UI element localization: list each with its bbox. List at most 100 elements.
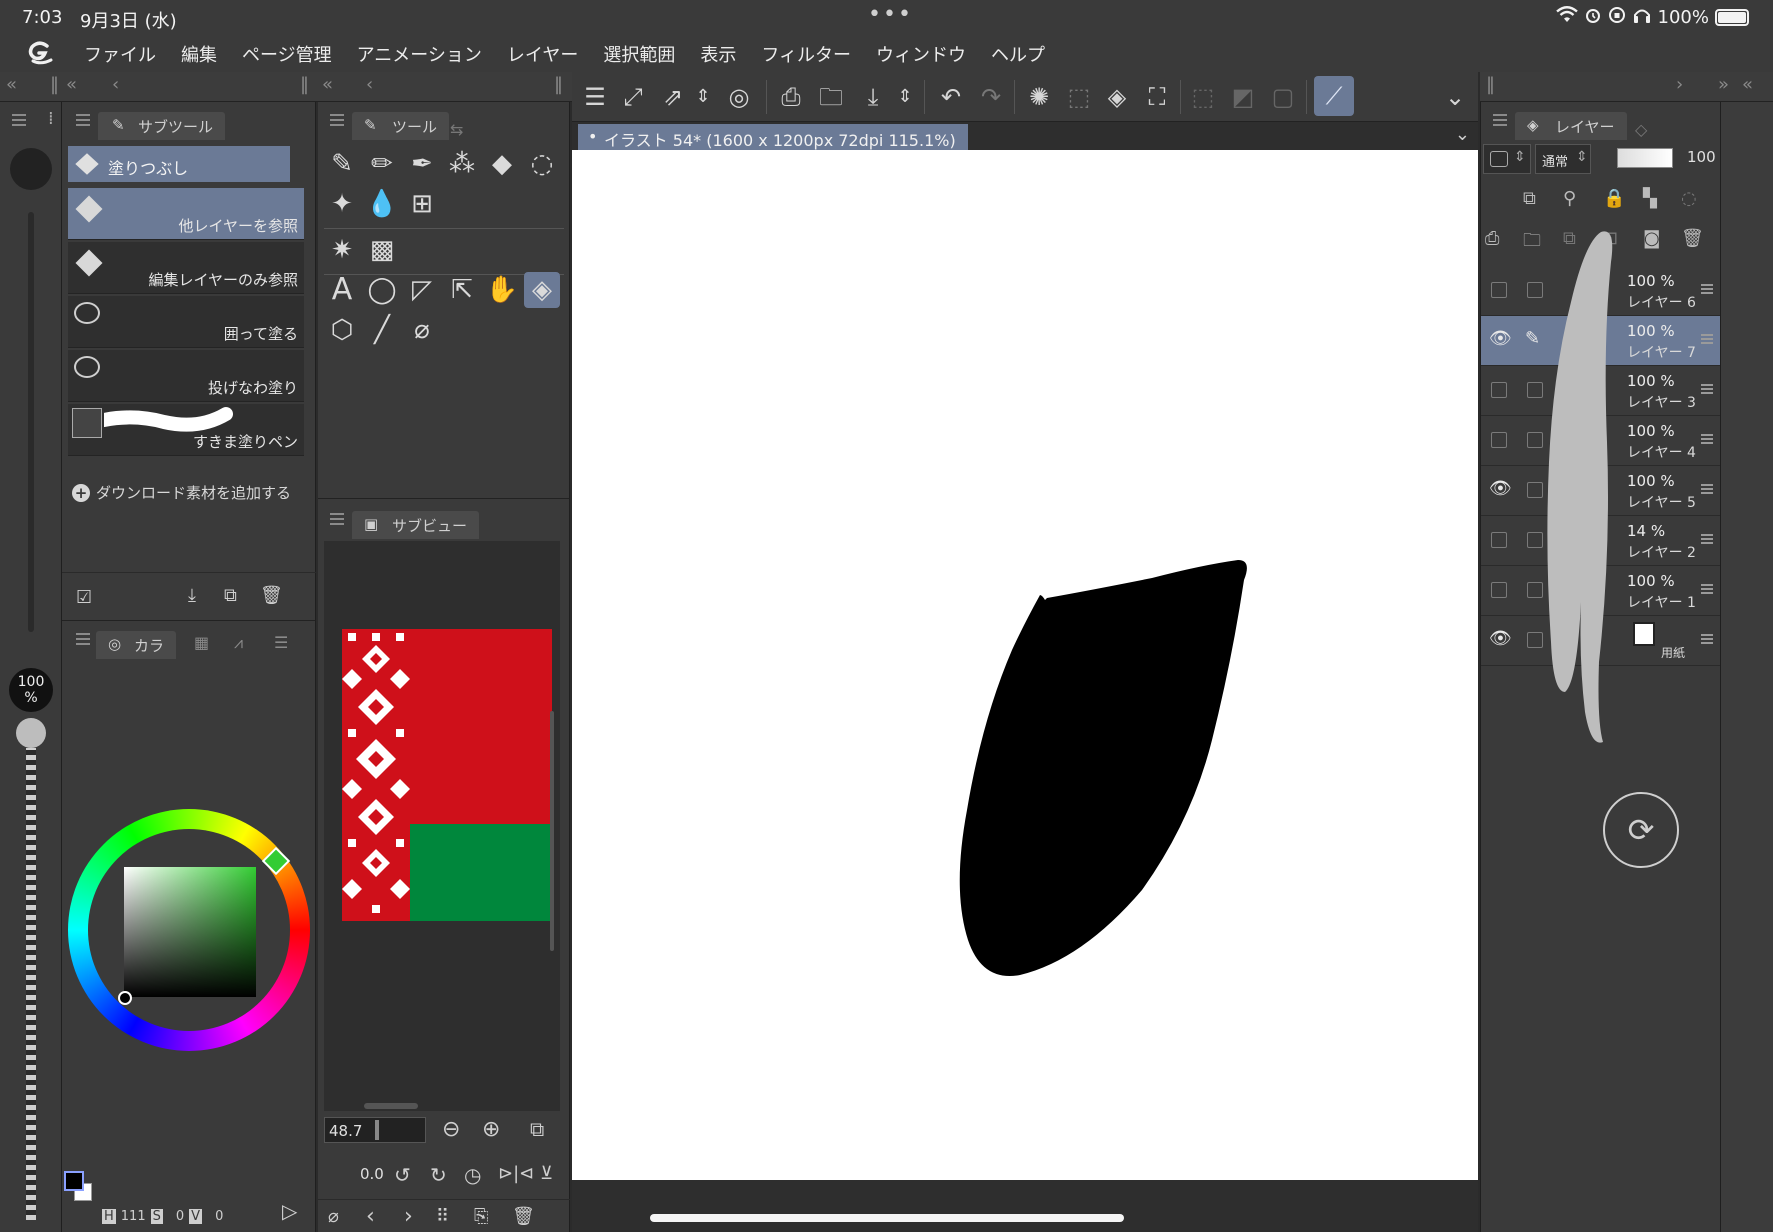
dock-grip-icon[interactable]: ‖ <box>50 74 59 95</box>
line-icon[interactable]: ╱ <box>364 312 400 348</box>
previous-image-icon[interactable]: ‹ <box>366 1204 375 1229</box>
layer-menu-icon[interactable] <box>1701 334 1713 344</box>
expand-right-icon[interactable]: » <box>1718 74 1729 95</box>
selection-border-icon[interactable]: ▢ <box>1268 82 1298 112</box>
tool-tab-icon-2[interactable]: ⇆ <box>450 120 463 139</box>
invert-selection-icon[interactable]: ◩ <box>1228 82 1258 112</box>
zoom-field[interactable]: 48.7 <box>324 1117 426 1143</box>
opacity-slider-track[interactable] <box>26 748 36 1220</box>
fit-canvas-icon[interactable]: ⤢ <box>618 82 648 112</box>
flip-vertical-icon[interactable]: ⊻ <box>540 1163 553 1184</box>
panel-menu-icon[interactable] <box>76 633 90 645</box>
saturation-value-square[interactable] <box>124 867 256 997</box>
layer-opacity-slider[interactable] <box>1617 148 1673 168</box>
menu-page-management[interactable]: ページ管理 <box>242 41 332 67</box>
color-history-tab-icon[interactable]: ☰ <box>274 633 288 652</box>
sync-floating-icon[interactable]: ⟳ <box>1603 792 1679 868</box>
canvas-tab[interactable]: • イラスト 54* (1600 x 1200px 72dpi 115.1%) <box>578 124 968 150</box>
new-file-icon[interactable]: ⎙ <box>776 82 806 112</box>
subtool-item-refer-other-layers[interactable]: 他レイヤーを参照 <box>68 188 304 240</box>
eyedropper-icon[interactable]: ⌀ <box>328 1206 339 1227</box>
layer-mask-toggle-icon[interactable]: ◌ <box>1681 188 1697 209</box>
clip-to-layer-below-icon[interactable]: ⧉ <box>1523 188 1536 209</box>
brush-size-track[interactable] <box>28 212 34 632</box>
crop-icon[interactable]: ⛶ <box>1142 82 1172 112</box>
sparkle-icon[interactable]: ✷ <box>324 232 360 268</box>
transform-icon[interactable]: ⇗ <box>658 82 688 112</box>
menu-file[interactable]: ファイル <box>84 41 156 67</box>
chevron-left-icon[interactable]: ‹ <box>112 74 119 95</box>
color-slider-tab-icon[interactable]: ▦ <box>194 633 209 652</box>
eyedropper-icon[interactable]: ⌀ <box>404 312 440 348</box>
collapse-subtool-icon[interactable]: « <box>66 74 77 95</box>
pencil-icon[interactable]: ✎ <box>1525 328 1540 349</box>
visibility-toggle[interactable] <box>1491 282 1507 298</box>
zoom-slider-knob[interactable] <box>375 1120 379 1140</box>
save-icon[interactable]: ⤓ <box>858 82 888 112</box>
trash-icon[interactable]: 🗑 <box>1681 228 1704 249</box>
collapse-left-icon[interactable]: « <box>6 74 17 95</box>
eye-icon[interactable]: 👁 <box>1489 328 1512 350</box>
trash-icon[interactable]: 🗑 <box>260 585 283 606</box>
layer-tab[interactable]: ◈ レイヤー <box>1515 112 1627 140</box>
fill-command-icon[interactable]: ◈ <box>1102 82 1132 112</box>
next-image-icon[interactable]: › <box>404 1204 413 1229</box>
multitask-dots-icon[interactable]: ••• <box>868 2 913 27</box>
import-subtool-icon[interactable]: ⤓ <box>188 585 196 606</box>
collapse-right-icon[interactable]: « <box>1742 74 1753 95</box>
subtool-group-header[interactable]: 塗りつぶし <box>68 146 290 182</box>
menu-edit[interactable]: 編集 <box>181 41 217 67</box>
clip-studio-logo-icon[interactable] <box>24 40 60 68</box>
subview-tab[interactable]: ▣ サブビュー <box>352 511 480 539</box>
visibility-toggle[interactable] <box>1491 382 1507 398</box>
text-icon[interactable]: A <box>324 272 360 308</box>
layer-property-tab-icon[interactable]: ◇ <box>1635 120 1647 139</box>
layer-menu-icon[interactable] <box>1701 584 1713 594</box>
layer-menu-icon[interactable] <box>1701 434 1713 444</box>
layer-menu-icon[interactable] <box>1701 534 1713 544</box>
eye-icon[interactable]: 👁 <box>1489 478 1512 500</box>
clear-selection-icon[interactable]: ⬚ <box>1188 82 1218 112</box>
duplicate-subtool-icon[interactable]: ⧉ <box>224 585 237 606</box>
balloon-icon[interactable]: ◯ <box>364 272 400 308</box>
color-play-icon[interactable]: ▷ <box>282 1199 297 1223</box>
subtool-item-refer-editing-layer[interactable]: 編集レイヤーのみ参照 <box>68 242 304 294</box>
canvas-paper[interactable] <box>572 150 1478 1180</box>
create-mask-icon[interactable]: ◙ <box>1643 228 1660 249</box>
menu-help[interactable]: ヘルプ <box>991 41 1045 67</box>
dock-grip-icon[interactable]: ‖ <box>300 74 309 95</box>
ruler-grid-icon[interactable]: ⊞ <box>404 186 440 222</box>
blend-mode-select[interactable]: 通常 ⇕ <box>1535 144 1591 174</box>
canvas-area[interactable] <box>572 150 1478 1232</box>
rotate-left-icon[interactable]: ↺ <box>394 1163 411 1187</box>
color-set-tab-icon[interactable]: ⩘ <box>234 633 243 653</box>
fit-window-icon[interactable]: ⧉ <box>530 1117 544 1141</box>
subview-hscrollbar[interactable] <box>364 1103 418 1109</box>
layer-menu-icon[interactable] <box>1701 484 1713 494</box>
brush-icon[interactable]: ✒ <box>404 146 440 182</box>
hand-icon[interactable]: ✋ <box>484 272 520 308</box>
visibility-toggle[interactable] <box>1491 432 1507 448</box>
menu-view[interactable]: 表示 <box>700 41 736 67</box>
panel-menu-icon[interactable] <box>76 114 90 126</box>
frame-border-icon[interactable]: ◸ <box>404 272 440 308</box>
main-menu-icon[interactable]: ☰ <box>580 82 610 112</box>
loading-spinner-icon[interactable]: ✺ <box>1024 82 1054 112</box>
layer-menu-icon[interactable] <box>1701 634 1713 644</box>
visibility-toggle[interactable] <box>1491 532 1507 548</box>
fill-bucket-tool-icon[interactable]: ◈ <box>524 272 560 308</box>
airbrush-icon[interactable]: ⁂ <box>444 146 480 182</box>
collapse-tool-icon[interactable]: « <box>322 74 333 95</box>
subtool-item-close-and-fill[interactable]: 囲って塗る <box>68 296 304 348</box>
menu-filter[interactable]: フィルター <box>761 41 851 67</box>
trash-icon[interactable]: 🗑 <box>512 1206 535 1227</box>
panel-menu-icon[interactable] <box>12 114 26 126</box>
subview-vscrollbar[interactable] <box>550 711 554 951</box>
gradient-icon[interactable]: ▩ <box>364 232 400 268</box>
menu-layer[interactable]: レイヤー <box>507 41 578 67</box>
add-material-button[interactable]: + ダウンロード素材を追加する <box>72 482 291 503</box>
import-image-icon[interactable]: ⎘ <box>474 1206 488 1227</box>
subtool-settings-icon[interactable]: ☑ <box>76 587 92 608</box>
panel-menu-icon[interactable] <box>330 114 344 126</box>
undo-icon[interactable]: ↶ <box>936 82 966 112</box>
